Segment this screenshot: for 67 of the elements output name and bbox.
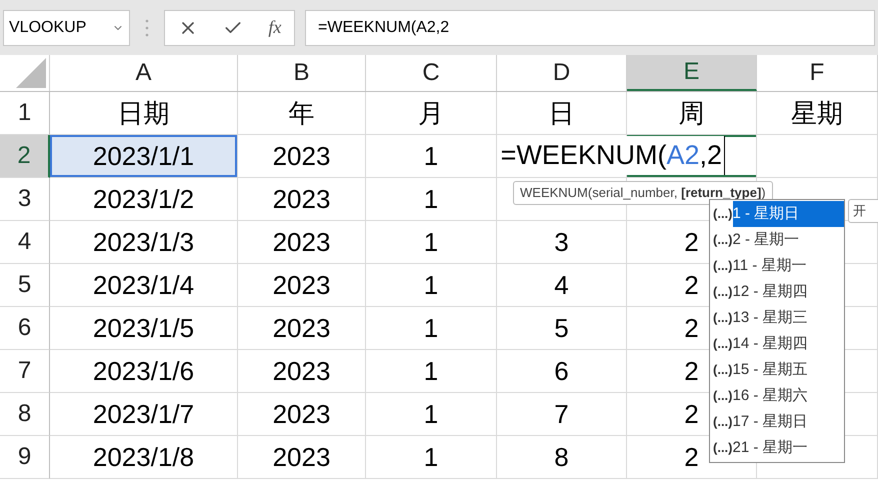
autocomplete-item[interactable]: (...)12 - 星期四: [710, 279, 844, 305]
table-cell: 2023/1/1: [50, 135, 237, 177]
row-header[interactable]: 5: [0, 264, 50, 307]
table-cell-text: 2: [684, 268, 699, 302]
table-cell-text: 1: [424, 226, 438, 258]
row-header[interactable]: 6: [0, 307, 50, 350]
table-cell-text: 2023: [272, 312, 330, 344]
table-cell-text: 2023: [272, 140, 330, 172]
row-header[interactable]: 9: [0, 436, 50, 479]
autocomplete-item[interactable]: (...)14 - 星期四: [710, 331, 844, 357]
formula-field[interactable]: =WEEKNUM(A2,2: [305, 10, 875, 46]
table-cell-text: 日: [548, 96, 574, 130]
table-cell-text: 3: [554, 226, 569, 258]
table-cell-text: 8: [554, 440, 569, 474]
option-tooltip: 开: [848, 199, 878, 223]
table-cell-text: 7: [554, 398, 569, 430]
autocomplete-item[interactable]: (...)11 - 星期一: [710, 253, 844, 279]
autocomplete-item[interactable]: (...)2 - 星期一: [710, 227, 844, 253]
column-header[interactable]: E: [627, 55, 757, 91]
table-cell-text: 6: [554, 354, 569, 388]
table-cell-text: 2023: [272, 268, 330, 302]
cell-editor[interactable]: =WEEKNUM(A2,2: [500, 136, 725, 175]
table-cell-text: 1: [424, 440, 438, 474]
table-cell-text: 2023/1/8: [92, 440, 194, 474]
table-cell-text: 1: [424, 268, 438, 302]
table-cell-text: 1: [424, 398, 438, 430]
row-header[interactable]: 7: [0, 350, 50, 393]
table-cell-text: 星期: [791, 96, 843, 130]
table-cell-text: 2023: [272, 440, 330, 474]
row-header[interactable]: 1: [0, 92, 50, 135]
row-header[interactable]: 8: [0, 393, 50, 436]
table-cell-text: 2023/1/6: [92, 354, 194, 388]
autocomplete-item[interactable]: (...)13 - 星期三: [710, 305, 844, 331]
table-cell-text: 2023/1/2: [92, 182, 194, 216]
row-header[interactable]: 4: [0, 221, 50, 264]
table-cell-text: 月: [418, 96, 444, 130]
autocomplete-item[interactable]: (...)16 - 星期六: [710, 383, 844, 409]
table-cell-text: 周: [678, 96, 704, 130]
table-cell-text: 2023/1/5: [92, 312, 194, 344]
table-cell-text: 1: [424, 140, 438, 172]
row-header[interactable]: 3: [0, 178, 50, 221]
table-cell-text: 日期: [118, 96, 170, 130]
table-cell-text: 2023: [272, 182, 330, 216]
table-cell-text: 年: [288, 96, 314, 130]
table-cell-text: 2023: [272, 226, 330, 258]
table-cell-text: 5: [554, 312, 569, 344]
table-cell-text: 2023/1/4: [92, 268, 194, 302]
table-cell-text: 1: [424, 312, 438, 344]
table-cell-text: 2023: [272, 354, 330, 388]
table-cell-text: 2: [684, 398, 699, 430]
table-cell-text: 2023/1/7: [92, 398, 194, 430]
table-cell-text: 2: [684, 312, 699, 344]
table-cell-text: 2: [684, 354, 699, 388]
table-cell-text: 1: [424, 182, 438, 216]
autocomplete-item[interactable]: (...)17 - 星期日: [710, 409, 844, 435]
table-cell-text: 4: [554, 268, 569, 302]
table-cell-text: 2: [684, 440, 699, 474]
name-box[interactable]: VLOOKUP: [3, 10, 130, 46]
table-cell-text: 2023: [272, 398, 330, 430]
autocomplete-item[interactable]: (...)21 - 星期一: [710, 435, 844, 461]
autocomplete-item[interactable]: (...)15 - 星期五: [710, 357, 844, 383]
table-cell-text: 2: [684, 226, 699, 258]
table-cell-text: 2023/1/3: [92, 226, 194, 258]
row-header[interactable]: 2: [0, 135, 50, 178]
insert-function-button[interactable]: fx: [268, 14, 282, 41]
table-cell-text: 1: [424, 354, 438, 388]
grip-icon: [145, 18, 149, 36]
